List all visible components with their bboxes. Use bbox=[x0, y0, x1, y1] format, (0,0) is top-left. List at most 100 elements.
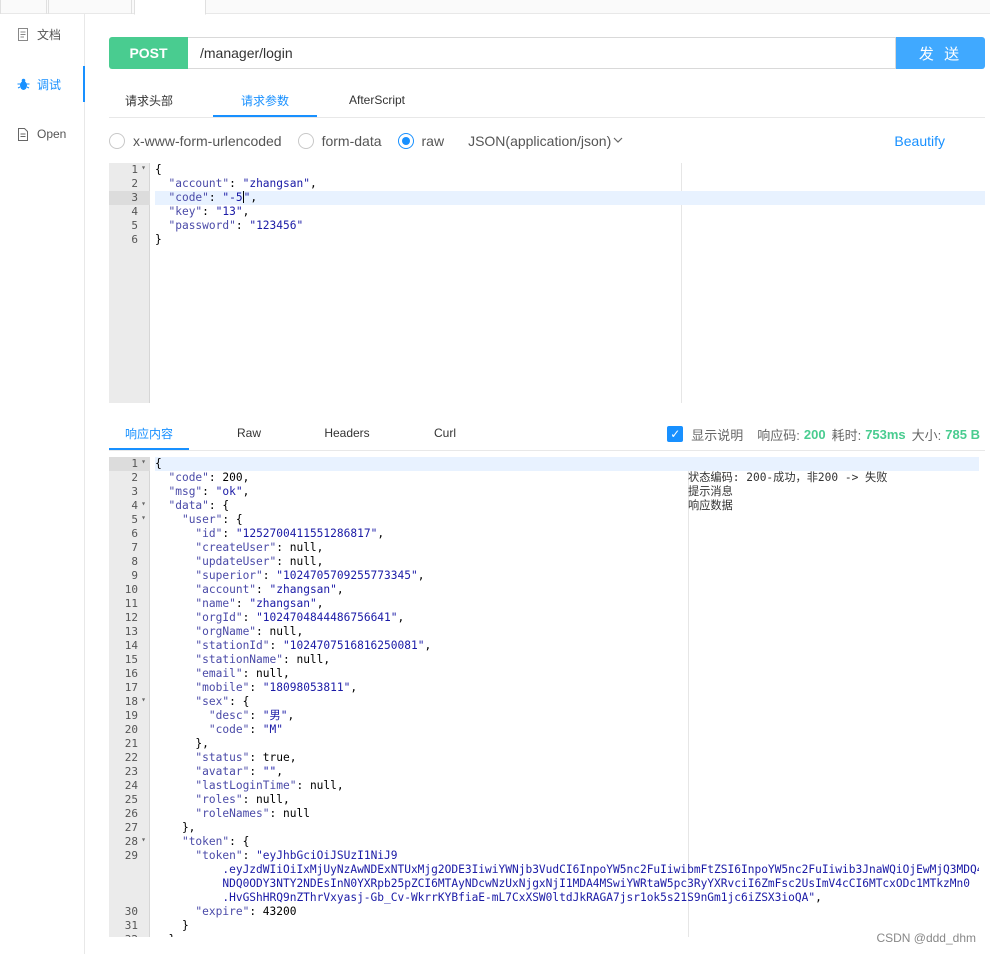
line-gutter: 1 ▾ 2 3 4 ▾ 5 ▾ 6 7 8 9 10 11 12 13 14 15 16 17 18 ▾ 19 20 21 22 2… bbox=[109, 457, 150, 937]
fold-arrow-icon[interactable]: ▾ bbox=[141, 457, 146, 466]
status-label: 响应码: bbox=[757, 427, 800, 443]
code-line: "name": "zhangsan", bbox=[195, 597, 324, 610]
line-number: 7 bbox=[131, 541, 138, 554]
code-line: "stationName": null, bbox=[195, 653, 331, 666]
show-desc-label: 显示说明 bbox=[691, 427, 744, 443]
code-line: }, bbox=[155, 737, 209, 750]
code-line: "roleNames": null bbox=[195, 807, 310, 820]
radio-urlencoded[interactable]: x-www-form-urlencoded bbox=[109, 133, 282, 149]
send-button[interactable]: 发 送 bbox=[896, 37, 985, 69]
line-number: 2 bbox=[131, 471, 138, 484]
line-number: 26 bbox=[124, 807, 138, 820]
top-tab[interactable] bbox=[0, 0, 47, 14]
code-line: } bbox=[155, 233, 162, 246]
sidebar-item-debug[interactable]: 调试 bbox=[0, 66, 85, 102]
method-select[interactable]: POST bbox=[109, 37, 188, 69]
line-number: 3 bbox=[109, 191, 150, 205]
tab-request-headers[interactable]: 请求头部 bbox=[109, 83, 189, 117]
code-area[interactable]: { "account": "zhangsan", "code": "-5", "… bbox=[155, 163, 985, 403]
fold-arrow-icon[interactable]: ▾ bbox=[141, 499, 146, 508]
code-line: NDQ0ODY3NTY2NDEsInN0YXRpb25pZCI6MTAyNDcw… bbox=[222, 877, 970, 890]
desc-line: 提示消息 bbox=[688, 485, 733, 498]
radio-label: form-data bbox=[321, 133, 382, 149]
code-line: "createUser": null, bbox=[195, 541, 324, 554]
line-number: 31 bbox=[124, 919, 138, 932]
line-number: 19 bbox=[124, 709, 138, 722]
line-number: 6 bbox=[131, 527, 138, 540]
chevron-down-icon bbox=[613, 135, 623, 147]
file-icon bbox=[16, 127, 30, 141]
time-label: 耗时: bbox=[831, 427, 862, 443]
line-number: 22 bbox=[124, 751, 138, 764]
line-number: 6 bbox=[131, 233, 138, 246]
line-number: 23 bbox=[124, 765, 138, 778]
line-number: 32 bbox=[109, 933, 150, 937]
line-number: 10 bbox=[124, 583, 138, 596]
response-body-editor[interactable]: 1 ▾ 2 3 4 ▾ 5 ▾ 6 7 8 9 10 11 12 13 14 15 16 17 18 ▾ 19 20 21 22 2… bbox=[109, 457, 979, 937]
request-body-editor[interactable]: 1 ▾ 2 3 4 5 6 { "account": "zhangsan", "… bbox=[109, 163, 985, 403]
radio-checked-icon bbox=[397, 133, 414, 149]
code-line: "user": { bbox=[181, 513, 243, 526]
fold-arrow-icon[interactable]: ▾ bbox=[141, 163, 146, 172]
tab-request-params[interactable]: 请求参数 bbox=[213, 83, 317, 117]
tab-headers[interactable]: Headers bbox=[307, 416, 387, 450]
divider bbox=[109, 450, 985, 451]
radio-label: x-www-form-urlencoded bbox=[133, 133, 282, 149]
line-number: 27 bbox=[124, 821, 138, 834]
radio-form-data[interactable]: form-data bbox=[297, 133, 382, 149]
fold-arrow-icon[interactable]: ▾ bbox=[141, 513, 146, 522]
line-number: 2 bbox=[131, 177, 138, 190]
code-line: "status": true, bbox=[195, 751, 297, 764]
content-type-select[interactable]: JSON(application/json) bbox=[468, 133, 623, 149]
fold-arrow-icon[interactable]: ▾ bbox=[141, 835, 146, 844]
fold-arrow-icon[interactable]: ▾ bbox=[141, 695, 146, 704]
document-icon bbox=[16, 27, 30, 41]
status-code: 200 bbox=[803, 426, 826, 442]
code-line: "code": "-5", bbox=[155, 191, 985, 205]
checkbox-checked-icon[interactable]: ✓ bbox=[667, 426, 684, 442]
top-tab-active[interactable] bbox=[134, 0, 206, 15]
line-number: 4 bbox=[131, 205, 138, 218]
response-size: 785 B bbox=[945, 426, 980, 442]
radio-raw[interactable]: raw bbox=[397, 133, 444, 149]
request-tabs: 请求头部 请求参数 AfterScript bbox=[109, 83, 429, 117]
code-line: "expire": 43200 bbox=[195, 905, 297, 918]
code-line: "token": "eyJhbGciOiJSUzI1NiJ9 bbox=[195, 849, 398, 862]
response-meta: ✓ 显示说明 响应码: 200 耗时: 753ms 大小: 785 B bbox=[667, 424, 980, 444]
tab-response-content[interactable]: 响应内容 bbox=[109, 416, 189, 450]
code-line: "lastLoginTime": null, bbox=[195, 779, 344, 792]
response-time: 753ms bbox=[865, 426, 906, 442]
sidebar-item-label: 调试 bbox=[37, 77, 62, 92]
code-line: "sex": { bbox=[195, 695, 250, 708]
bug-icon bbox=[16, 77, 30, 91]
line-number: 20 bbox=[124, 723, 138, 736]
desc-line: 响应数据 bbox=[688, 499, 733, 512]
response-descriptions: 状态编码: 200-成功，非200 -> 失败 提示消息 响应数据 bbox=[688, 471, 887, 513]
tab-curl[interactable]: Curl bbox=[405, 416, 485, 450]
code-line: "token": { bbox=[181, 835, 250, 848]
sidebar: 文档 调试 Open bbox=[0, 14, 85, 954]
request-bar: POST /manager/login 发 送 bbox=[109, 37, 985, 69]
code-line: "code": "M" bbox=[208, 723, 284, 736]
line-number: 30 bbox=[124, 905, 138, 918]
size-label: 大小: bbox=[911, 427, 942, 443]
response-tabs: 响应内容 Raw Headers Curl bbox=[109, 416, 485, 450]
sidebar-item-docs[interactable]: 文档 bbox=[0, 16, 85, 52]
code-line: "roles": null, bbox=[195, 793, 290, 806]
code-line: "mobile": "18098053811", bbox=[195, 681, 358, 694]
line-number: 29 bbox=[124, 849, 138, 862]
code-line: "updateUser": null, bbox=[195, 555, 324, 568]
tab-raw[interactable]: Raw bbox=[209, 416, 289, 450]
beautify-button[interactable]: Beautify bbox=[894, 133, 945, 149]
line-number: 25 bbox=[124, 793, 138, 806]
code-line: } bbox=[155, 919, 189, 932]
top-tab[interactable] bbox=[48, 0, 132, 14]
line-number bbox=[109, 863, 150, 877]
line-number: 3 bbox=[131, 485, 138, 498]
code-line: } bbox=[155, 933, 979, 937]
code-area[interactable]: { "code": 200, "msg": "ok", "data": { "u… bbox=[155, 457, 979, 937]
tab-afterscript[interactable]: AfterScript bbox=[325, 83, 429, 117]
code-line: "stationId": "1024707516816250081", bbox=[195, 639, 432, 652]
sidebar-item-open[interactable]: Open bbox=[0, 116, 85, 152]
url-input[interactable]: /manager/login bbox=[188, 37, 896, 69]
